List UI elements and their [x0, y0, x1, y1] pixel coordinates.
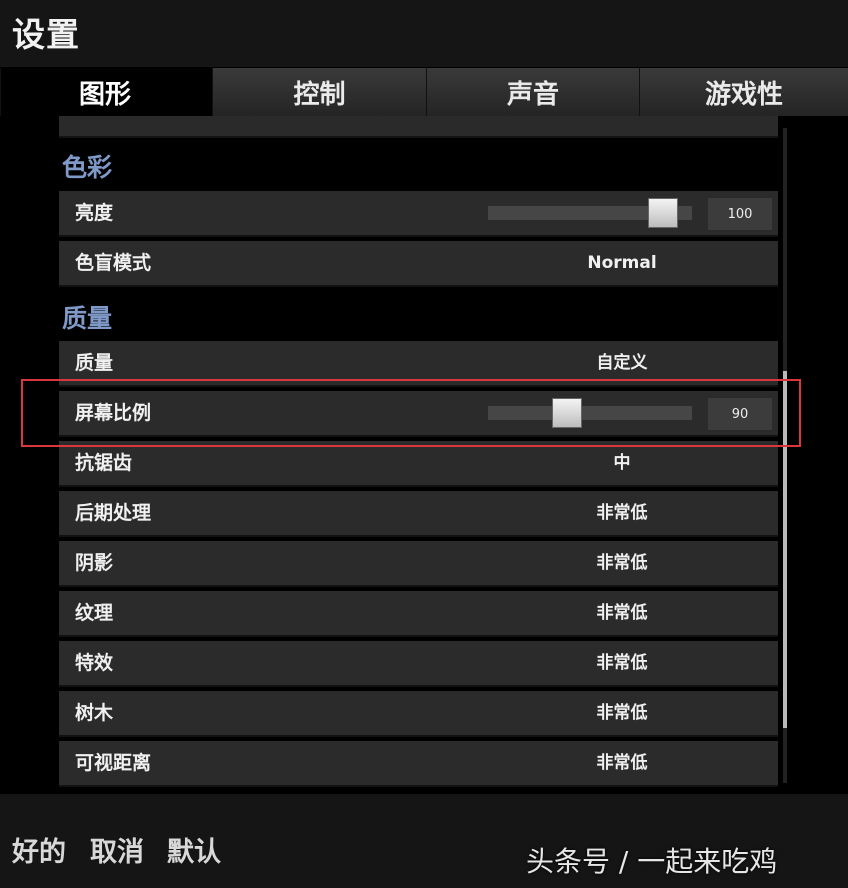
view-distance-value[interactable]: 非常低	[539, 741, 705, 785]
section-header-quality: 质量	[62, 304, 113, 333]
setting-label: 质量	[75, 352, 114, 374]
setting-row-anti-aliasing[interactable]: 抗锯齿 中	[59, 441, 778, 487]
setting-label: 阴影	[75, 552, 114, 574]
shadows-value[interactable]: 非常低	[539, 541, 705, 585]
setting-label: 后期处理	[75, 502, 152, 524]
setting-label: 特效	[75, 652, 114, 674]
title-bar: 设置	[0, 0, 848, 67]
slider-thumb[interactable]	[648, 198, 678, 228]
ok-button[interactable]: 好的	[12, 830, 66, 869]
setting-label: 色盲模式	[75, 252, 152, 274]
setting-label: 纹理	[75, 602, 114, 624]
setting-row-effects[interactable]: 特效 非常低	[59, 641, 778, 687]
setting-row-quality[interactable]: 质量 自定义	[59, 341, 778, 387]
tab-bar: 图形 控制 声音 游戏性	[0, 68, 848, 116]
brightness-value[interactable]: 100	[708, 198, 772, 230]
window-title: 设置	[12, 15, 80, 54]
setting-row-view-distance[interactable]: 可视距离 非常低	[59, 741, 778, 787]
setting-row-shadows[interactable]: 阴影 非常低	[59, 541, 778, 587]
screen-scale-slider[interactable]	[488, 398, 692, 428]
anti-aliasing-value[interactable]: 中	[539, 441, 705, 485]
setting-label: 可视距离	[75, 752, 152, 774]
tab-graphics[interactable]: 图形	[0, 68, 212, 116]
setting-row-brightness: 亮度 100	[59, 191, 778, 237]
setting-label: 屏幕比例	[75, 402, 152, 424]
watermark: 头条号 / 一起来吃鸡	[526, 845, 778, 878]
foliage-value[interactable]: 非常低	[539, 691, 705, 735]
setting-label: 抗锯齿	[75, 452, 133, 474]
tab-sound[interactable]: 声音	[426, 68, 639, 116]
setting-row-textures[interactable]: 纹理 非常低	[59, 591, 778, 637]
scrollbar[interactable]	[783, 128, 787, 783]
settings-content: 色彩 亮度 100 色盲模式 Normal 质量 质量 自定义 屏幕比例 90 …	[0, 116, 848, 794]
screen-scale-value[interactable]: 90	[708, 398, 772, 430]
default-button[interactable]: 默认	[167, 830, 221, 869]
tab-controls[interactable]: 控制	[212, 68, 426, 116]
brightness-slider[interactable]	[488, 198, 692, 228]
cancel-button[interactable]: 取消	[90, 830, 144, 869]
tab-gameplay[interactable]: 游戏性	[639, 68, 848, 116]
setting-row-post-processing[interactable]: 后期处理 非常低	[59, 491, 778, 537]
setting-row-colorblind-mode[interactable]: 色盲模式 Normal	[59, 241, 778, 287]
quality-value[interactable]: 自定义	[539, 341, 705, 385]
effects-value[interactable]: 非常低	[539, 641, 705, 685]
section-header-color: 色彩	[62, 153, 113, 182]
setting-label: 亮度	[75, 202, 114, 224]
post-processing-value[interactable]: 非常低	[539, 491, 705, 535]
colorblind-mode-value[interactable]: Normal	[539, 241, 705, 285]
textures-value[interactable]: 非常低	[539, 591, 705, 635]
slider-thumb[interactable]	[552, 398, 582, 428]
setting-label: 树木	[75, 702, 114, 724]
list-item	[59, 116, 778, 138]
scrollbar-thumb[interactable]	[783, 371, 787, 728]
setting-row-screen-scale: 屏幕比例 90	[59, 391, 778, 437]
setting-row-foliage[interactable]: 树木 非常低	[59, 691, 778, 737]
